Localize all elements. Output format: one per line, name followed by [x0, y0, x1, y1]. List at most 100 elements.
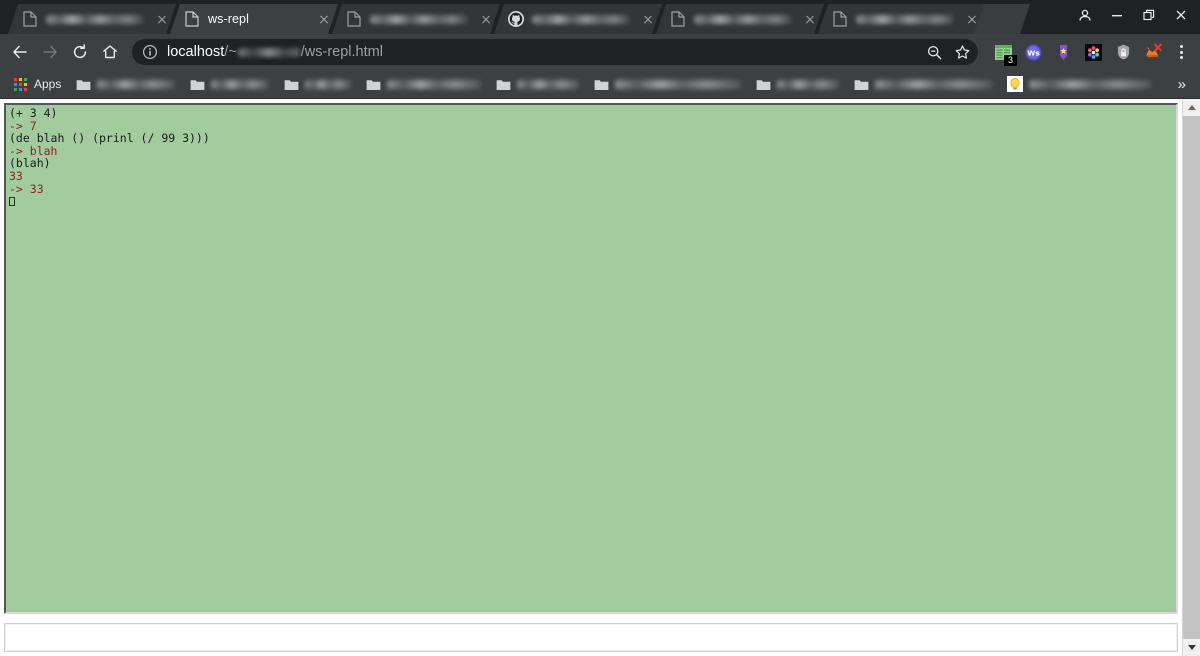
shield-star-extension-button[interactable] — [1050, 39, 1076, 65]
home-button[interactable] — [96, 38, 124, 66]
tab-close-button[interactable] — [316, 11, 332, 27]
extension-icons: 3 Ws — [986, 39, 1166, 66]
burst-extension-button[interactable] — [1080, 39, 1106, 65]
tab-close-button[interactable] — [154, 11, 170, 27]
url-suffix: /ws-repl.html — [300, 44, 383, 60]
tab-title — [694, 15, 792, 24]
bookmark-item[interactable] — [359, 73, 487, 95]
folder-icon — [853, 76, 869, 92]
repl-output-area[interactable]: (+ 3 4) -> 7 (de blah () (prinl (/ 99 3)… — [4, 103, 1178, 614]
reload-button[interactable] — [66, 38, 94, 66]
ws-repl-page: (+ 3 4) -> 7 (de blah () (prinl (/ 99 3)… — [0, 99, 1182, 656]
tab-close-button[interactable] — [640, 11, 656, 27]
folder-icon — [495, 76, 511, 92]
folder-icon — [75, 76, 91, 92]
bookmark-item[interactable] — [847, 73, 999, 95]
bookmark-apps[interactable]: Apps — [6, 73, 67, 95]
address-bar[interactable]: localhost/~ /ws-repl.html — [132, 39, 978, 65]
profile-avatar-button[interactable] — [1070, 2, 1100, 28]
bookmark-item[interactable] — [277, 73, 357, 95]
bookmarks-overflow-button[interactable]: » — [1170, 76, 1194, 93]
document-icon — [832, 11, 848, 27]
bookmark-star-icon[interactable] — [948, 39, 976, 65]
bookmark-item[interactable] — [489, 73, 585, 95]
ws-extension-button[interactable]: Ws — [1020, 39, 1046, 65]
bookmark-label — [211, 79, 270, 89]
document-icon — [670, 11, 686, 27]
bookmark-label — [517, 79, 580, 89]
tab-title — [856, 15, 954, 24]
apps-grid-icon — [12, 76, 28, 92]
forward-button — [36, 38, 64, 66]
browser-tab-active[interactable]: ws-repl — [170, 4, 338, 34]
browser-tab[interactable] — [656, 4, 824, 34]
scroll-down-button[interactable] — [1183, 639, 1200, 656]
document-icon — [346, 11, 362, 27]
url-host: localhost — [167, 44, 225, 60]
page-viewport: (+ 3 4) -> 7 (de blah () (prinl (/ 99 3)… — [0, 99, 1200, 656]
address-bar-url: localhost/~ /ws-repl.html — [167, 44, 920, 60]
bookmark-label — [387, 79, 482, 89]
kebab-dot — [1179, 56, 1183, 59]
spreadsheet-extension-button[interactable]: 3 — [990, 39, 1017, 66]
bookmark-label — [1029, 79, 1152, 89]
folder-icon — [593, 76, 609, 92]
document-icon — [184, 11, 200, 27]
bookmark-item[interactable] — [587, 73, 747, 95]
lightbulb-icon — [1007, 76, 1024, 92]
back-button[interactable] — [6, 38, 34, 66]
tab-close-button[interactable] — [802, 11, 818, 27]
tab-title — [532, 15, 630, 24]
bookmark-item[interactable] — [1001, 73, 1157, 95]
url-redacted-segment — [237, 47, 300, 57]
chrome-menu-button[interactable] — [1168, 39, 1194, 65]
browser-tab[interactable] — [494, 4, 662, 34]
ublock-extension-button[interactable] — [1110, 39, 1136, 65]
repl-line: -> 33 — [9, 181, 44, 196]
repl-cursor-glyph — [9, 197, 15, 207]
svg-text:Ws: Ws — [1027, 48, 1040, 57]
folder-icon — [365, 76, 381, 92]
document-icon — [22, 11, 38, 27]
triangle-down-icon — [1187, 645, 1196, 650]
scrollbar-track[interactable] — [1183, 116, 1200, 639]
url-prefix: /~ — [224, 44, 237, 60]
zoom-indicator-icon[interactable] — [920, 39, 948, 65]
bookmark-label — [97, 79, 176, 89]
browser-toolbar: localhost/~ /ws-repl.html 3 Ws — [0, 34, 1200, 70]
bookmark-item[interactable] — [69, 73, 181, 95]
bookmark-item[interactable] — [749, 73, 845, 95]
github-icon — [508, 11, 524, 27]
tab-title — [370, 15, 468, 24]
browser-tab[interactable] — [332, 4, 500, 34]
bookmarks-bar: Apps » — [0, 70, 1200, 99]
bookmark-label: Apps — [34, 77, 62, 91]
repl-input-field[interactable] — [4, 622, 1178, 652]
folder-icon — [283, 76, 299, 92]
tab-strip: ws-repl — [0, 0, 1200, 34]
bookmark-label — [615, 79, 742, 89]
kebab-dot — [1179, 45, 1183, 48]
tab-title — [46, 15, 144, 24]
maximize-button[interactable] — [1134, 2, 1164, 28]
minimize-button[interactable] — [1102, 2, 1132, 28]
fox-disabled-extension-button[interactable] — [1140, 39, 1166, 65]
tab-close-button[interactable] — [478, 11, 494, 27]
scroll-up-button[interactable] — [1183, 99, 1200, 116]
browser-tab[interactable] — [818, 4, 986, 34]
folder-icon — [189, 76, 205, 92]
bookmark-label — [875, 79, 994, 89]
tab-title: ws-repl — [208, 12, 249, 26]
bookmark-item[interactable] — [183, 73, 275, 95]
window-controls — [1070, 2, 1196, 28]
triangle-up-icon — [1187, 105, 1196, 110]
folder-icon — [755, 76, 771, 92]
browser-tab[interactable] — [8, 4, 176, 34]
bookmark-label — [777, 79, 840, 89]
kebab-dot — [1179, 50, 1183, 54]
bookmark-label — [305, 79, 352, 89]
extension-badge-count: 3 — [1004, 55, 1017, 66]
page-scrollbar[interactable] — [1182, 99, 1200, 656]
close-window-button[interactable] — [1166, 2, 1196, 28]
info-circle-icon[interactable] — [142, 44, 158, 60]
